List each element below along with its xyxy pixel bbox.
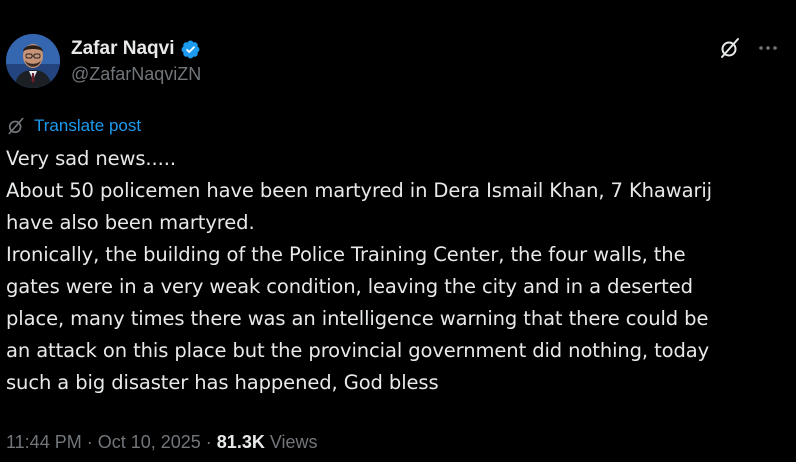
post-time[interactable]: 11:44 PM bbox=[6, 432, 82, 453]
views-label[interactable]: Views bbox=[270, 432, 318, 453]
post-date[interactable]: Oct 10, 2025 bbox=[98, 432, 201, 453]
post-text: Very sad news..... About 50 policemen ha… bbox=[6, 143, 786, 399]
views-count[interactable]: 81.3K bbox=[217, 432, 265, 453]
post-text-line: gates were in a very weak condition, lea… bbox=[6, 275, 693, 298]
more-options-icon[interactable] bbox=[756, 36, 780, 60]
translate-icon bbox=[6, 116, 26, 136]
translate-post-button[interactable]: Translate post bbox=[6, 115, 141, 137]
post-meta: 11:44 PM · Oct 10, 2025 · 81.3K Views bbox=[6, 430, 318, 454]
meta-separator: · bbox=[205, 431, 212, 452]
verified-badge-icon bbox=[180, 39, 201, 60]
author-name-row[interactable]: Zafar Naqvi bbox=[71, 36, 201, 62]
post-text-line: place, many times there was an intellige… bbox=[6, 307, 709, 330]
avatar-image bbox=[6, 34, 60, 88]
translate-post-label[interactable]: Translate post bbox=[34, 116, 141, 136]
post-text-line: About 50 policemen have been martyred in… bbox=[6, 179, 713, 202]
meta-separator: · bbox=[86, 431, 93, 452]
author-handle[interactable]: @ZafarNaqviZN bbox=[71, 64, 201, 85]
post-actions bbox=[718, 36, 780, 60]
post-text-line: have also been martyred. bbox=[6, 211, 255, 234]
grok-icon[interactable] bbox=[718, 36, 742, 60]
author-display-name[interactable]: Zafar Naqvi bbox=[71, 38, 174, 60]
post-text-line: Ironically, the building of the Police T… bbox=[6, 243, 686, 266]
post-text-line: such a big disaster has happened, God bl… bbox=[6, 371, 439, 394]
avatar[interactable] bbox=[6, 34, 60, 88]
post-text-line: Very sad news..... bbox=[6, 147, 176, 170]
post-text-line: an attack on this place but the provinci… bbox=[6, 339, 710, 362]
